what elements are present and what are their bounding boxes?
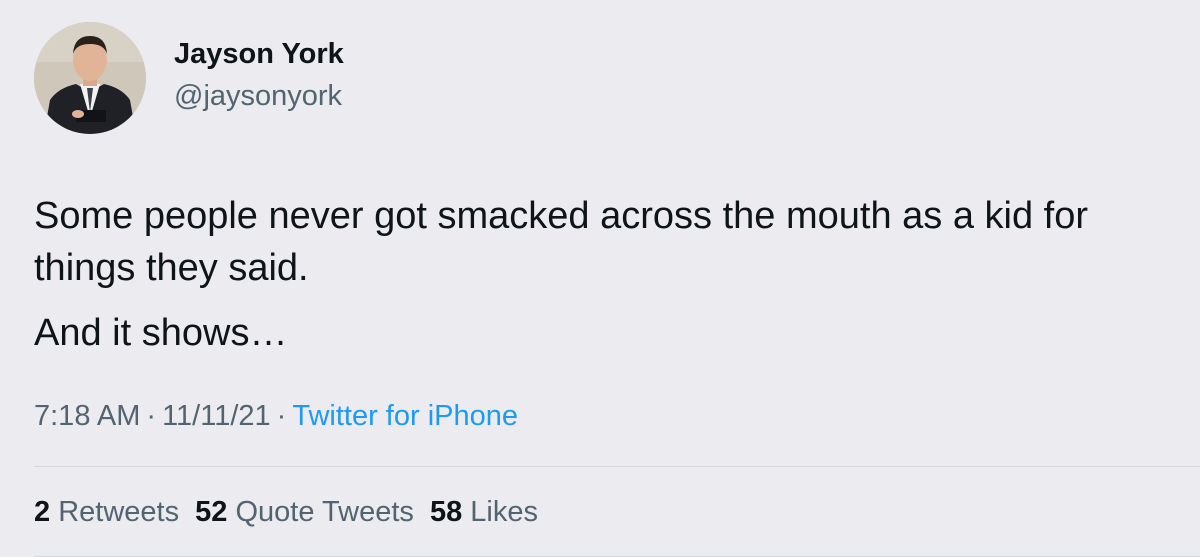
tweet-time[interactable]: 7:18 AM <box>34 400 140 432</box>
retweets-count: 2 <box>34 496 51 528</box>
tweet-paragraph: Some people never got smacked across the… <box>34 195 1088 289</box>
quote-tweets-label: Quote Tweets <box>235 496 414 528</box>
metadata-separator: · <box>146 400 157 432</box>
tweet-date[interactable]: 11/11/21 <box>162 400 271 432</box>
quote-tweets-stat[interactable]: 52 Quote Tweets <box>195 496 414 528</box>
display-name[interactable]: Jayson York <box>174 38 344 71</box>
tweet-metadata: 7:18 AM · 11/11/21 · Twitter for iPhone <box>34 400 518 433</box>
avatar[interactable] <box>34 22 146 134</box>
retweets-stat[interactable]: 2 Retweets <box>34 496 179 528</box>
retweets-label: Retweets <box>58 496 180 528</box>
tweet: Jayson York @jaysonyork Some people neve… <box>0 0 1200 557</box>
tweet-paragraph: And it shows… <box>34 312 288 354</box>
username-handle[interactable]: @jaysonyork <box>174 80 342 113</box>
likes-label: Likes <box>470 496 538 528</box>
divider <box>34 466 1200 467</box>
engagement-stats: 2 Retweets 52 Quote Tweets 58 Likes <box>34 496 538 529</box>
tweet-text: Some people never got smacked across the… <box>34 190 1184 359</box>
tweet-source-link[interactable]: Twitter for iPhone <box>292 400 518 432</box>
profile-photo-icon <box>34 22 146 134</box>
metadata-separator: · <box>276 400 287 432</box>
likes-stat[interactable]: 58 Likes <box>430 496 538 528</box>
likes-count: 58 <box>429 496 463 528</box>
quote-tweets-count: 52 <box>195 496 228 528</box>
